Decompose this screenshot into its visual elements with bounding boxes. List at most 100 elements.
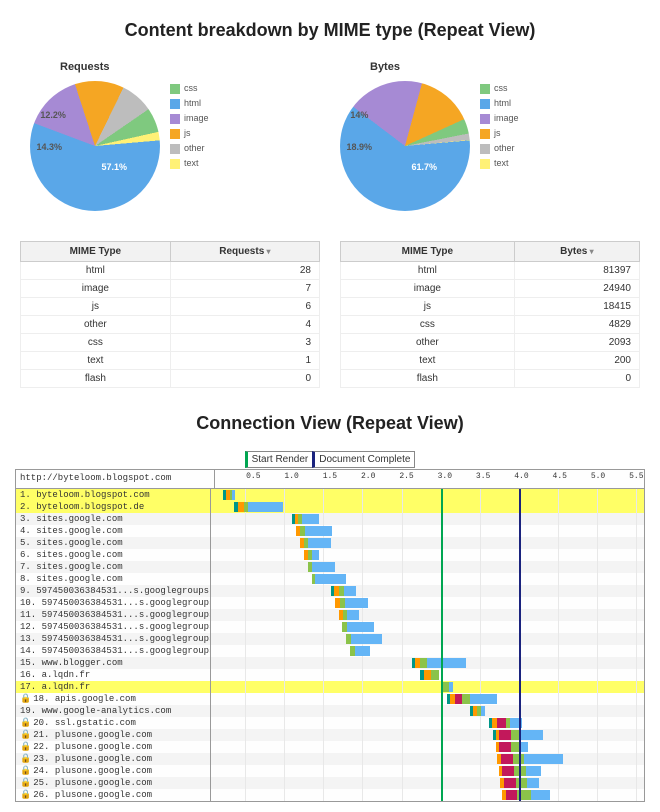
- waterfall-bar-area: [211, 669, 644, 681]
- wf-bar: [350, 646, 370, 656]
- pie-slice-label: 14.3%: [37, 142, 63, 152]
- legend-item-text: text: [170, 156, 209, 171]
- legend-item-html: html: [480, 96, 519, 111]
- wf-segment-download: [232, 490, 235, 500]
- waterfall-row: 4. sites.google.com: [16, 525, 644, 537]
- waterfall-row-label: 8. sites.google.com: [16, 573, 211, 585]
- table-row: flash0: [21, 370, 320, 388]
- requests-table: MIME TypeRequests ▾html28image7js6other4…: [20, 241, 320, 388]
- cell-mime: flash: [21, 370, 171, 388]
- table-header[interactable]: MIME Type: [21, 242, 171, 262]
- waterfall-row: 🔒20. ssl.gstatic.com: [16, 717, 644, 729]
- table-header[interactable]: Requests ▾: [170, 242, 319, 262]
- legend-doc-complete: Document Complete: [312, 451, 415, 468]
- waterfall-row-label: 🔒26. plusone.google.com: [16, 789, 211, 801]
- wf-segment-download: [347, 610, 359, 620]
- waterfall-row: 9. 597450036384531...s.googlegroups.com: [16, 585, 644, 597]
- wf-segment-ssl: [499, 730, 511, 740]
- wf-segment-ttfb: [462, 694, 470, 704]
- cell-mime: flash: [341, 370, 515, 388]
- time-tick: 1.0: [284, 472, 298, 481]
- wf-segment-download: [531, 790, 550, 800]
- waterfall-bar-area: [211, 585, 644, 597]
- cell-value: 0: [514, 370, 639, 388]
- waterfall-bar-area: [211, 525, 644, 537]
- wf-segment-download: [481, 706, 485, 716]
- table-row: css4829: [341, 316, 640, 334]
- waterfall-row-label: 10. 597450036384531...s.googlegroups.com: [16, 597, 211, 609]
- legend-item-other: other: [480, 141, 519, 156]
- wf-segment-ssl: [506, 790, 518, 800]
- legend-item-js: js: [170, 126, 209, 141]
- wf-segment-download: [312, 562, 335, 572]
- wf-segment-ssl: [455, 694, 463, 704]
- wf-bar: [223, 490, 235, 500]
- wf-bar: [493, 730, 543, 740]
- wf-segment-download: [526, 766, 541, 776]
- section-title-breakdown: Content breakdown by MIME type (Repeat V…: [10, 20, 650, 41]
- legend-label: image: [494, 111, 519, 126]
- waterfall-bar-area: [211, 597, 644, 609]
- legend-item-js: js: [480, 126, 519, 141]
- wf-bar: [312, 574, 347, 584]
- table-header[interactable]: MIME Type: [341, 242, 515, 262]
- wf-bar: [300, 538, 331, 548]
- table-row: text1: [21, 352, 320, 370]
- wf-segment-download: [312, 550, 320, 560]
- legend-swatch: [480, 129, 490, 139]
- waterfall-url-header: http://byteloom.blogspot.com: [16, 470, 215, 488]
- waterfall-legend: Start RenderDocument Complete: [10, 454, 650, 465]
- waterfall-row: 🔒24. plusone.google.com: [16, 765, 644, 777]
- cell-value: 2093: [514, 334, 639, 352]
- cell-value: 24940: [514, 280, 639, 298]
- lock-icon: 🔒: [20, 694, 31, 704]
- waterfall-bar-area: [211, 681, 644, 693]
- wf-segment-download: [524, 754, 563, 764]
- legend-swatch: [170, 159, 180, 169]
- legend-label: text: [184, 156, 199, 171]
- wf-segment-download: [248, 502, 283, 512]
- waterfall-bar-area: [211, 633, 644, 645]
- cell-value: 6: [170, 298, 319, 316]
- legend-swatch: [170, 114, 180, 124]
- wf-bar: [412, 658, 466, 668]
- wf-bar: [443, 682, 453, 692]
- table-header[interactable]: Bytes ▾: [514, 242, 639, 262]
- waterfall-row-label: 12. 597450036384531...s.googlegroups.com: [16, 621, 211, 633]
- sort-indicator-icon: ▾: [264, 247, 270, 256]
- wf-segment-download: [520, 730, 543, 740]
- waterfall-row: 3. sites.google.com: [16, 513, 644, 525]
- cell-mime: html: [21, 262, 171, 280]
- wf-bar: [335, 598, 368, 608]
- lock-icon: 🔒: [20, 718, 31, 728]
- waterfall-row-label: 🔒21. plusone.google.com: [16, 729, 211, 741]
- legend-swatch: [170, 99, 180, 109]
- legend-label: other: [494, 141, 515, 156]
- waterfall-bar-area: [211, 729, 644, 741]
- waterfall-bar-area: [211, 561, 644, 573]
- waterfall-row: 🔒26. plusone.google.com: [16, 789, 644, 801]
- waterfall-row: 14. 597450036384531...s.googlegroups.com: [16, 645, 644, 657]
- wf-segment-ttfb: [517, 790, 531, 800]
- wf-segment-ttfb: [514, 766, 526, 776]
- waterfall-bar-area: [211, 657, 644, 669]
- legend-item-image: image: [170, 111, 209, 126]
- wf-bar: [292, 514, 319, 524]
- time-tick: 5.0: [591, 472, 605, 481]
- waterfall-row: 🔒21. plusone.google.com: [16, 729, 644, 741]
- waterfall-row: 12. 597450036384531...s.googlegroups.com: [16, 621, 644, 633]
- legend-swatch: [480, 159, 490, 169]
- time-tick: 2.0: [361, 472, 375, 481]
- wf-segment-download: [315, 574, 346, 584]
- legend-item-css: css: [480, 81, 519, 96]
- wf-bar: [470, 706, 485, 716]
- waterfall-row-label: 🔒22. plusone.google.com: [16, 741, 211, 753]
- wf-segment-ssl: [501, 754, 513, 764]
- table-row: image7: [21, 280, 320, 298]
- wf-segment-ssl: [497, 718, 506, 728]
- wf-segment-download: [344, 586, 356, 596]
- table-row: css3: [21, 334, 320, 352]
- waterfall-bar-area: [211, 789, 644, 801]
- waterfall-row-label: 19. www.google-analytics.com: [16, 705, 211, 717]
- wf-segment-download: [427, 658, 466, 668]
